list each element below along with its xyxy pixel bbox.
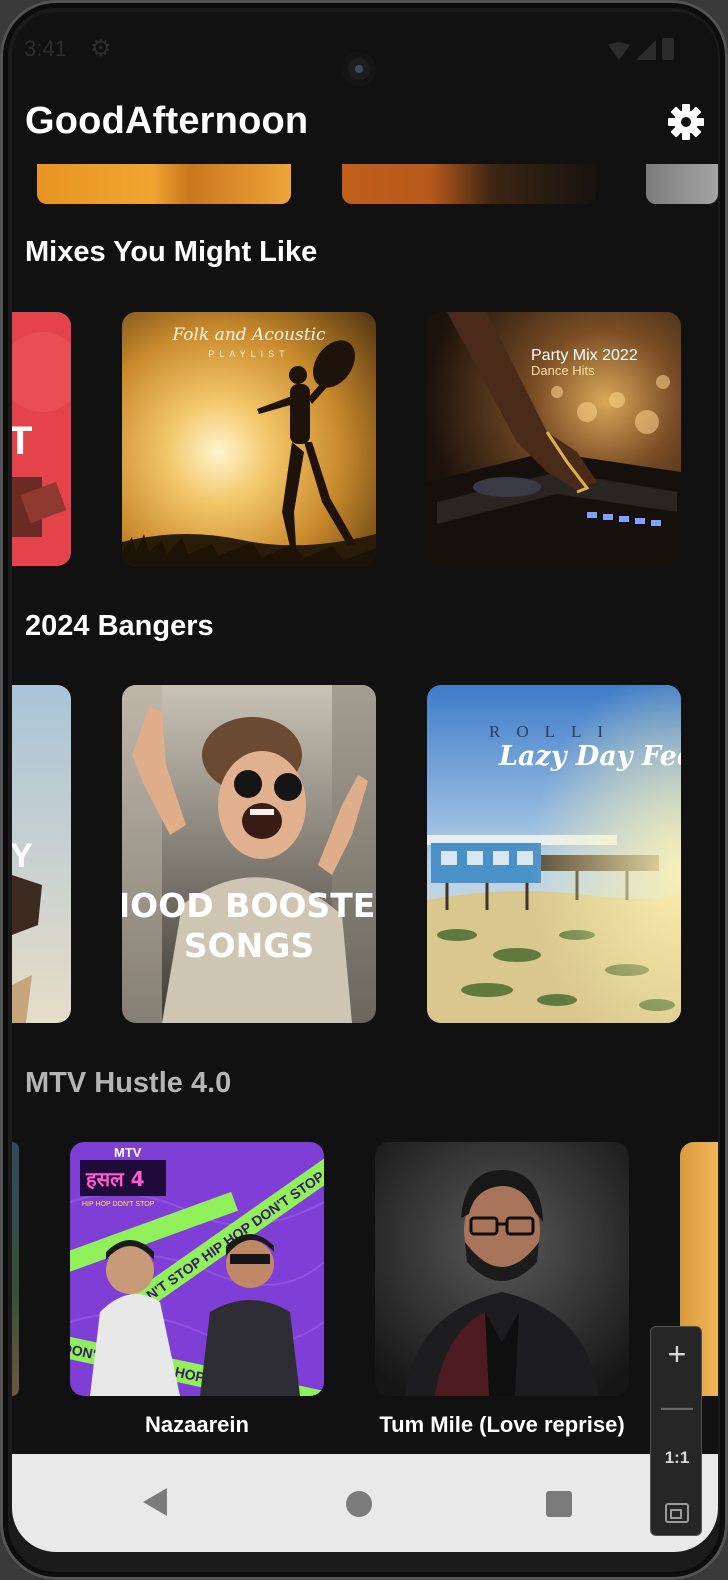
song-title: Nazaarein [145, 1412, 249, 1437]
card-art-subtitle: Dance Hits [531, 363, 595, 378]
wifi-icon [608, 42, 630, 60]
playlist-card-peek[interactable] [342, 164, 596, 204]
card-art-title: Party Mix 2022 [531, 347, 638, 364]
section-title: MTV Hustle 4.0 [25, 1067, 232, 1099]
playlist-card[interactable]: ROLLI Lazy Day Fee [427, 685, 681, 1023]
back-icon[interactable] [143, 1488, 167, 1516]
status-time: 3:41 [24, 36, 67, 61]
status-icons [608, 38, 674, 60]
status-bar: 3:41 ⚙ [12, 12, 718, 86]
zoom-reset-button[interactable]: 1:1 [651, 1433, 703, 1483]
page-title: GoodAfternoon [25, 100, 309, 142]
playlist-card[interactable]: MOOD BOOSTER SONGS [122, 685, 376, 1023]
playlist-card[interactable]: Folk and Acoustic PLAYLIST [122, 312, 376, 566]
signal-icon [636, 40, 656, 60]
card-art-text: Y [12, 837, 33, 875]
system-nav-bar [12, 1454, 718, 1552]
battery-icon [662, 38, 674, 60]
playlist-card-peek[interactable] [37, 164, 291, 204]
app-screen: 3:41 ⚙ GoodAfternoon Mixes You Might Lik… [12, 12, 718, 1552]
emulator-zoom-controls: + — 1:1 [650, 1326, 702, 1536]
song-card[interactable]: DON'T STOP HIP HOP DON'T STOP DON'T STOP… [70, 1142, 324, 1396]
card-art-logo: हसल 4 [85, 1167, 145, 1191]
recents-icon[interactable] [546, 1491, 572, 1517]
section-title: Mixes You Might Like [25, 236, 318, 268]
card-art-line2: SONGS [184, 926, 314, 965]
playlist-card[interactable]: T [12, 312, 71, 566]
gear-icon [668, 104, 704, 140]
card-art-subtitle: PLAYLIST [208, 349, 289, 359]
song-title: Tum Mile (Love reprise) [379, 1412, 625, 1437]
card-art-title: Lazy Day Fee [498, 741, 681, 772]
front-camera [342, 52, 376, 86]
section-title: 2024 Bangers [25, 610, 214, 642]
playlist-card-peek[interactable] [646, 164, 718, 204]
card-art-logo-sub: HIP HOP DON'T STOP [82, 1201, 155, 1208]
home-icon[interactable] [346, 1491, 372, 1517]
device-frame: 3:41 ⚙ GoodAfternoon Mixes You Might Lik… [0, 0, 728, 1580]
card-art-text: T [12, 419, 32, 463]
card-art-title: Folk and Acoustic [171, 325, 326, 345]
zoom-out-button[interactable]: — [651, 1381, 703, 1431]
card-art-line1: MOOD BOOSTER [122, 886, 376, 925]
fit-screen-icon [665, 1502, 689, 1523]
settings-button[interactable] [666, 102, 706, 142]
playlist-card[interactable]: Party Mix 2022 Dance Hits [427, 312, 681, 566]
song-card-peek[interactable] [12, 1142, 19, 1396]
zoom-in-button[interactable]: + [651, 1329, 703, 1379]
card-art-brand: MTV [114, 1145, 142, 1160]
zoom-fit-button[interactable] [651, 1485, 703, 1535]
song-card[interactable] [375, 1142, 629, 1396]
card-art-top: ROLLI [489, 722, 619, 741]
playlist-card[interactable]: Y [12, 685, 71, 1023]
status-gear-icon: ⚙ [90, 35, 112, 62]
